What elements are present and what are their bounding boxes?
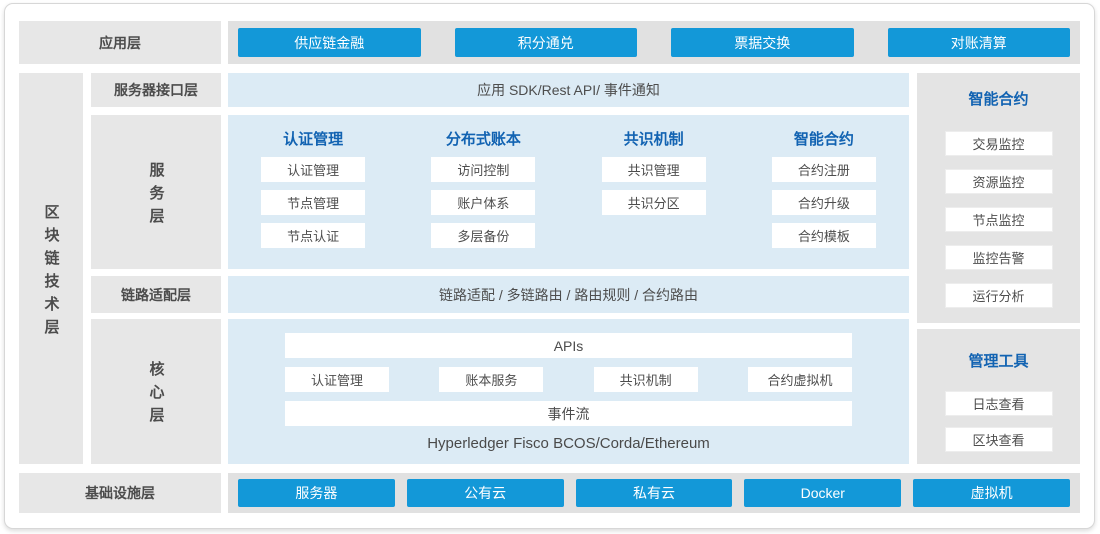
application-layer-row: 应用层 供应链金融 积分通兑 票据交换 对账清算 (19, 21, 1080, 64)
core-layer-text: 核心层 (146, 353, 167, 430)
infra-node-vm: 虚拟机 (913, 479, 1070, 507)
main-content-column: 应用 SDK/Rest API/ 事件通知 认证管理 认证管理 节点管理 节点认… (228, 73, 909, 464)
service-node: 合约注册 (772, 157, 876, 182)
tool-node: 日志查看 (945, 391, 1053, 416)
service-node: 合约模板 (772, 223, 876, 248)
tool-node: 区块查看 (945, 427, 1053, 452)
monitoring-panel-title: 智能合约 (968, 88, 1028, 107)
app-node-reconciliation: 对账清算 (888, 28, 1071, 57)
monitoring-node: 监控告警 (945, 245, 1053, 270)
monitoring-node: 交易监控 (945, 131, 1053, 156)
infra-node-public-cloud: 公有云 (407, 479, 564, 507)
service-column-title: 智能合约 (794, 128, 854, 148)
management-tools-panel: 管理工具 日志查看 区块查看 (917, 329, 1080, 464)
service-column-title: 分布式账本 (446, 128, 521, 148)
service-column-auth: 认证管理 认证管理 节点管理 节点认证 (228, 128, 398, 269)
service-node: 访问控制 (431, 157, 535, 182)
event-stream-bar: 事件流 (285, 401, 852, 426)
service-node: 共识管理 (602, 157, 706, 182)
service-node: 节点认证 (261, 223, 365, 248)
core-layer-label: 核心层 (91, 319, 221, 464)
service-column-ledger: 分布式账本 访问控制 账户体系 多层备份 (398, 128, 568, 269)
service-node: 共识分区 (602, 190, 706, 215)
service-layer-text: 服务层 (146, 154, 167, 231)
infrastructure-layer-row: 基础设施层 服务器 公有云 私有云 Docker 虚拟机 (19, 473, 1080, 513)
adapter-layer-label: 链路适配层 (91, 276, 221, 313)
app-node-bill-exchange: 票据交换 (671, 28, 854, 57)
infra-node-docker: Docker (744, 479, 901, 507)
core-node: 合约虚拟机 (748, 367, 852, 392)
monitoring-node: 节点监控 (945, 207, 1053, 232)
service-column-title: 共识机制 (624, 128, 684, 148)
blockchain-tech-layer-text: 区块链技术层 (41, 196, 62, 342)
monitoring-node: 运行分析 (945, 283, 1053, 308)
service-layer-label: 服务层 (91, 115, 221, 269)
service-node: 账户体系 (431, 190, 535, 215)
service-node: 认证管理 (261, 157, 365, 182)
right-side-column: 智能合约 交易监控 资源监控 节点监控 监控告警 运行分析 管理工具 日志查看 … (917, 73, 1080, 464)
application-layer-label: 应用层 (19, 21, 221, 64)
service-node: 节点管理 (261, 190, 365, 215)
blockchain-tech-layer-label: 区块链技术层 (19, 73, 83, 464)
core-node: 账本服务 (439, 367, 543, 392)
core-node: 共识机制 (594, 367, 698, 392)
core-module-row: 认证管理 账本服务 共识机制 合约虚拟机 (285, 367, 852, 392)
service-column-title: 认证管理 (283, 128, 343, 148)
platforms-text: Hyperledger Fisco BCOS/Corda/Ethereum (285, 435, 852, 452)
app-node-points-exchange: 积分通兑 (455, 28, 638, 57)
monitoring-node: 资源监控 (945, 169, 1053, 194)
infrastructure-layer-strip: 服务器 公有云 私有云 Docker 虚拟机 (228, 473, 1080, 513)
infra-node-private-cloud: 私有云 (576, 479, 733, 507)
adapter-layer-content: 链路适配 / 多链路由 / 路由规则 / 合约路由 (228, 276, 909, 313)
service-column-contract: 智能合约 合约注册 合约升级 合约模板 (739, 128, 909, 269)
service-node: 多层备份 (431, 223, 535, 248)
infrastructure-layer-label: 基础设施层 (19, 473, 221, 513)
app-node-supply-chain-finance: 供应链金融 (238, 28, 421, 57)
architecture-frame: 应用层 供应链金融 积分通兑 票据交换 对账清算 区块链技术层 服务器接口层 服… (4, 3, 1095, 529)
core-node: 认证管理 (285, 367, 389, 392)
apis-bar: APIs (285, 333, 852, 358)
monitoring-panel: 智能合约 交易监控 资源监控 节点监控 监控告警 运行分析 (917, 73, 1080, 323)
service-node: 合约升级 (772, 190, 876, 215)
service-column-consensus: 共识机制 共识管理 共识分区 (569, 128, 739, 269)
core-layer-panel: APIs 认证管理 账本服务 共识机制 合约虚拟机 事件流 Hyperledge… (228, 319, 909, 464)
interface-layer-label: 服务器接口层 (91, 73, 221, 107)
diagram-canvas: 应用层 供应链金融 积分通兑 票据交换 对账清算 区块链技术层 服务器接口层 服… (0, 0, 1100, 534)
application-layer-strip: 供应链金融 积分通兑 票据交换 对账清算 (228, 21, 1080, 64)
service-layer-panel: 认证管理 认证管理 节点管理 节点认证 分布式账本 访问控制 账户体系 多层备份… (228, 115, 909, 269)
blockchain-tech-band: 区块链技术层 服务器接口层 服务层 链路适配层 核心层 应用 SDK/Rest … (19, 73, 1080, 464)
sublayer-label-column: 服务器接口层 服务层 链路适配层 核心层 (91, 73, 221, 464)
management-tools-title: 管理工具 (968, 350, 1028, 369)
interface-layer-content: 应用 SDK/Rest API/ 事件通知 (228, 73, 909, 107)
infra-node-server: 服务器 (238, 479, 395, 507)
